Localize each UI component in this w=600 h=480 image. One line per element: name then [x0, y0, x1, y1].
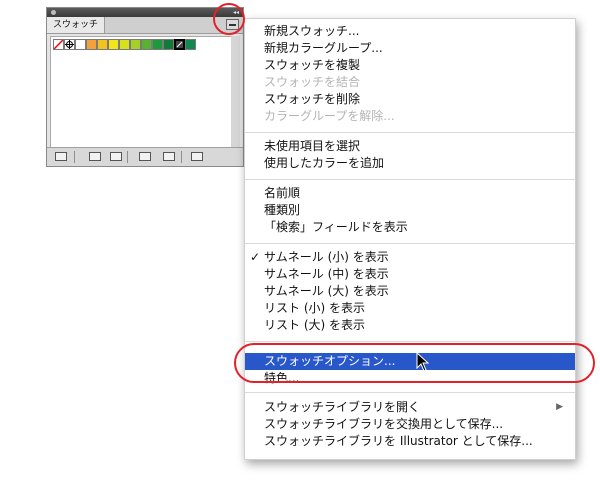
- menu-item-duplicate-swatch[interactable]: スウォッチを複製: [245, 57, 575, 74]
- none-swatch-icon: [54, 40, 63, 49]
- swatch-selected[interactable]: [174, 39, 185, 50]
- menu-item-label: スウォッチを結合: [264, 75, 361, 89]
- swatch-registration[interactable]: [64, 39, 75, 50]
- menu-item-small-list[interactable]: リスト (小) を表示: [245, 300, 575, 317]
- menu-item-label: サムネール (小) を表示: [264, 250, 389, 264]
- swatch-color[interactable]: [163, 39, 174, 50]
- new-swatch-icon[interactable]: [163, 152, 175, 161]
- menu-separator: [245, 341, 575, 342]
- menu-item-merge-swatches: スウォッチを結合: [245, 74, 575, 91]
- menu-item-label: 「検索」フィールドを表示: [264, 220, 408, 234]
- swatch-color[interactable]: [119, 39, 130, 50]
- menu-item-label: サムネール (大) を表示: [264, 284, 389, 298]
- swatch-color[interactable]: [130, 39, 141, 50]
- panel-close-icon[interactable]: [51, 10, 56, 15]
- tab-swatches[interactable]: スウォッチ: [47, 17, 106, 33]
- delete-swatch-icon[interactable]: [191, 152, 203, 161]
- panel-bottom-toolbar: [47, 147, 243, 166]
- menu-item-sort-by-kind[interactable]: 種類別: [245, 202, 575, 219]
- menu-item-new-color-group[interactable]: 新規カラーグループ...: [245, 40, 575, 57]
- menu-item-label: 新規スウォッチ...: [264, 24, 360, 38]
- show-kinds-icon[interactable]: [89, 152, 101, 161]
- menu-item-show-find-field[interactable]: 「検索」フィールドを表示: [245, 219, 575, 236]
- menu-item-label: リスト (小) を表示: [264, 301, 365, 315]
- menu-item-label: 名前順: [264, 186, 301, 200]
- menu-item-save-library-exchange[interactable]: スウォッチライブラリを交換用として保存...: [245, 416, 575, 433]
- menu-item-select-unused[interactable]: 未使用項目を選択: [245, 138, 575, 155]
- menu-item-label: カラーグループを解除...: [264, 109, 395, 123]
- menu-item-open-swatch-library[interactable]: スウォッチライブラリを開く ▶: [245, 399, 575, 416]
- submenu-arrow-icon: ▶: [556, 402, 563, 412]
- highlight-oval-swatch-options: [234, 343, 595, 383]
- menu-item-label: スウォッチを削除: [264, 92, 361, 106]
- menu-separator: [245, 243, 575, 244]
- toolbar-divider: [181, 151, 182, 163]
- swatch-scrollbar[interactable]: [231, 36, 240, 148]
- menu-item-small-thumbnail[interactable]: ✓ サムネール (小) を表示: [245, 249, 575, 266]
- menu-item-new-swatch[interactable]: 新規スウォッチ...: [245, 23, 575, 40]
- swatches-panel-menu: 新規スウォッチ... 新規カラーグループ... スウォッチを複製 スウォッチを結…: [244, 18, 576, 460]
- menu-separator: [245, 132, 575, 133]
- swatch-color[interactable]: [108, 39, 119, 50]
- menu-item-label: スウォッチライブラリを交換用として保存...: [264, 417, 504, 431]
- menu-item-delete-swatch[interactable]: スウォッチを削除: [245, 91, 575, 108]
- pencil-icon: [176, 41, 183, 48]
- swatch-color[interactable]: [141, 39, 152, 50]
- checkmark-icon: ✓: [250, 250, 261, 264]
- swatch-color[interactable]: [86, 39, 97, 50]
- menu-separator: [245, 179, 575, 180]
- registration-icon: [65, 40, 74, 49]
- menu-item-label: スウォッチを複製: [264, 58, 361, 72]
- swatch-grid: [50, 36, 240, 148]
- swatch-none[interactable]: [53, 39, 64, 50]
- menu-item-sort-by-name[interactable]: 名前順: [245, 185, 575, 202]
- menu-item-label: 未使用項目を選択: [264, 139, 361, 153]
- swatch-options-icon[interactable]: [110, 152, 122, 161]
- swatch-color[interactable]: [97, 39, 108, 50]
- menu-item-label: 種類別: [264, 203, 301, 217]
- toolbar-divider: [74, 151, 75, 163]
- menu-item-ungroup-color-group: カラーグループを解除...: [245, 108, 575, 125]
- menu-item-label: サムネール (中) を表示: [264, 267, 389, 281]
- menu-item-label: スウォッチライブラリを開く: [264, 400, 421, 414]
- swatch-color[interactable]: [152, 39, 163, 50]
- menu-item-medium-thumbnail[interactable]: サムネール (中) を表示: [245, 266, 575, 283]
- menu-separator: [245, 392, 575, 393]
- menu-item-large-list[interactable]: リスト (大) を表示: [245, 317, 575, 334]
- menu-item-label: リスト (大) を表示: [264, 318, 365, 332]
- new-color-group-icon[interactable]: [139, 152, 151, 161]
- menu-item-label: 使用したカラーを追加: [264, 156, 385, 170]
- toolbar-divider: [127, 151, 128, 163]
- menu-item-large-thumbnail[interactable]: サムネール (大) を表示: [245, 283, 575, 300]
- swatch-color[interactable]: [185, 39, 196, 50]
- library-menu-icon[interactable]: [55, 152, 67, 161]
- menu-item-label: 新規カラーグループ...: [264, 41, 383, 55]
- swatch-white[interactable]: [75, 39, 86, 50]
- swatches-panel: ◂◂ スウォッチ: [46, 7, 244, 167]
- menu-item-add-used-colors[interactable]: 使用したカラーを追加: [245, 155, 575, 172]
- menu-item-save-library-illustrator[interactable]: スウォッチライブラリを Illustrator として保存...: [245, 433, 575, 450]
- menu-item-label: スウォッチライブラリを Illustrator として保存...: [264, 434, 533, 448]
- highlight-circle-menu-button: [213, 3, 245, 35]
